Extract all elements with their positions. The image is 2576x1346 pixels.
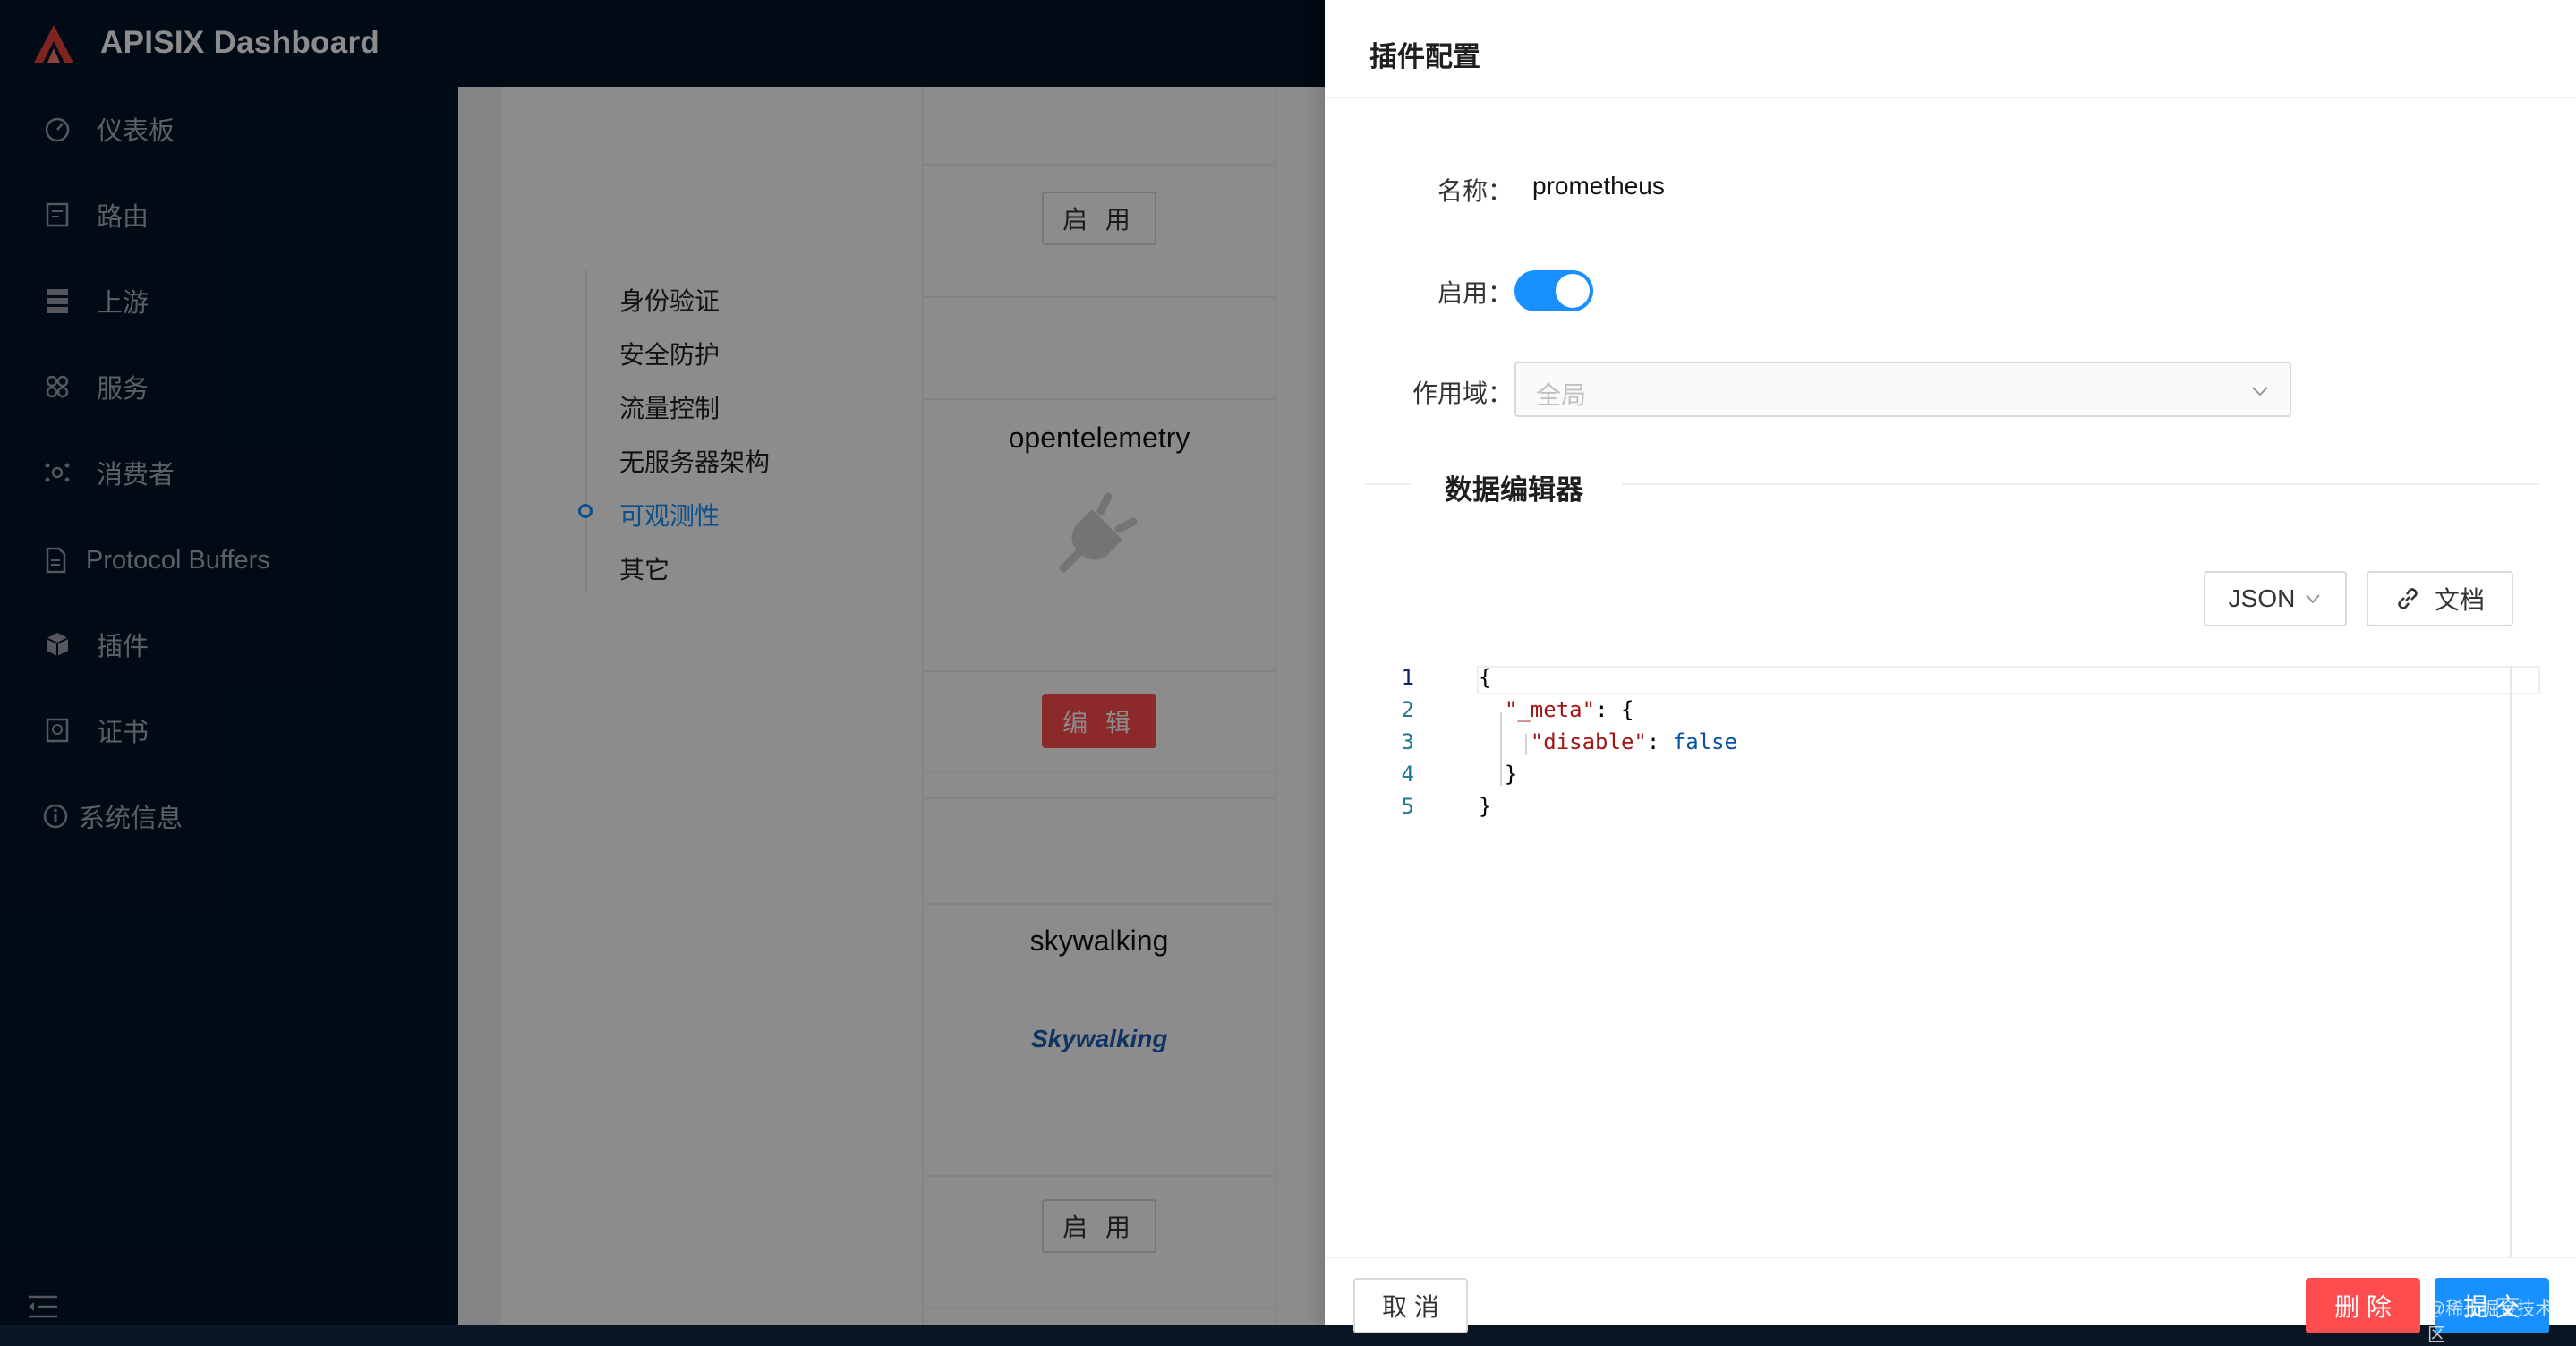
docs-button-label: 文档 xyxy=(2434,586,2485,614)
code-text: } xyxy=(1479,794,1492,819)
line-number: 4 xyxy=(1401,762,1414,787)
chevron-down-icon xyxy=(2306,594,2321,604)
name-label: 名称： xyxy=(1437,177,1514,205)
enable-label: 启用： xyxy=(1437,279,1514,307)
editor-scrollbar[interactable] xyxy=(2510,666,2512,1257)
line-number: 1 xyxy=(1401,665,1414,690)
drawer-footer: 取 消 删 除 提 交 xyxy=(1325,1257,2576,1333)
delete-button[interactable]: 删 除 xyxy=(2306,1278,2420,1333)
cancel-button[interactable]: 取 消 xyxy=(1353,1278,1468,1333)
code-text: } xyxy=(1479,762,1518,787)
docs-button[interactable]: 文档 xyxy=(2367,571,2513,626)
section-divider xyxy=(1364,483,1411,485)
format-select[interactable]: JSON xyxy=(2204,571,2347,626)
line-number: 2 xyxy=(1401,697,1414,722)
watermark: @稀土掘金技术社区 xyxy=(2427,1299,2572,1345)
plugin-name-value: prometheus xyxy=(1532,172,1665,200)
section-divider xyxy=(1622,483,2540,485)
format-select-value: JSON xyxy=(2228,584,2296,612)
code-text: "_meta": { xyxy=(1504,697,1634,722)
chevron-down-icon xyxy=(2252,387,2268,396)
drawer-header: 插件配置 xyxy=(1325,0,2576,98)
drawer-mask[interactable] xyxy=(0,0,1325,1325)
line-number: 5 xyxy=(1401,794,1414,819)
line-number: 3 xyxy=(1401,729,1414,754)
scope-select-value: 全局 xyxy=(1536,381,1587,409)
data-editor-heading: 数据编辑器 xyxy=(1445,474,1583,506)
plugin-config-drawer: 插件配置 名称： prometheus 启用： 作用域： 全局 数据编辑器 JS… xyxy=(1325,0,2576,1333)
editor-current-line xyxy=(1477,666,2540,694)
drawer-title: 插件配置 xyxy=(1369,41,1480,72)
code-text: { xyxy=(1479,665,1492,690)
scope-label: 作用域： xyxy=(1412,379,1514,407)
enable-switch[interactable] xyxy=(1514,270,1593,311)
link-icon xyxy=(2398,588,2418,609)
scope-select[interactable]: 全局 xyxy=(1514,362,2291,417)
code-text: "disable": false xyxy=(1530,729,1737,754)
switch-knob xyxy=(1556,274,1590,308)
